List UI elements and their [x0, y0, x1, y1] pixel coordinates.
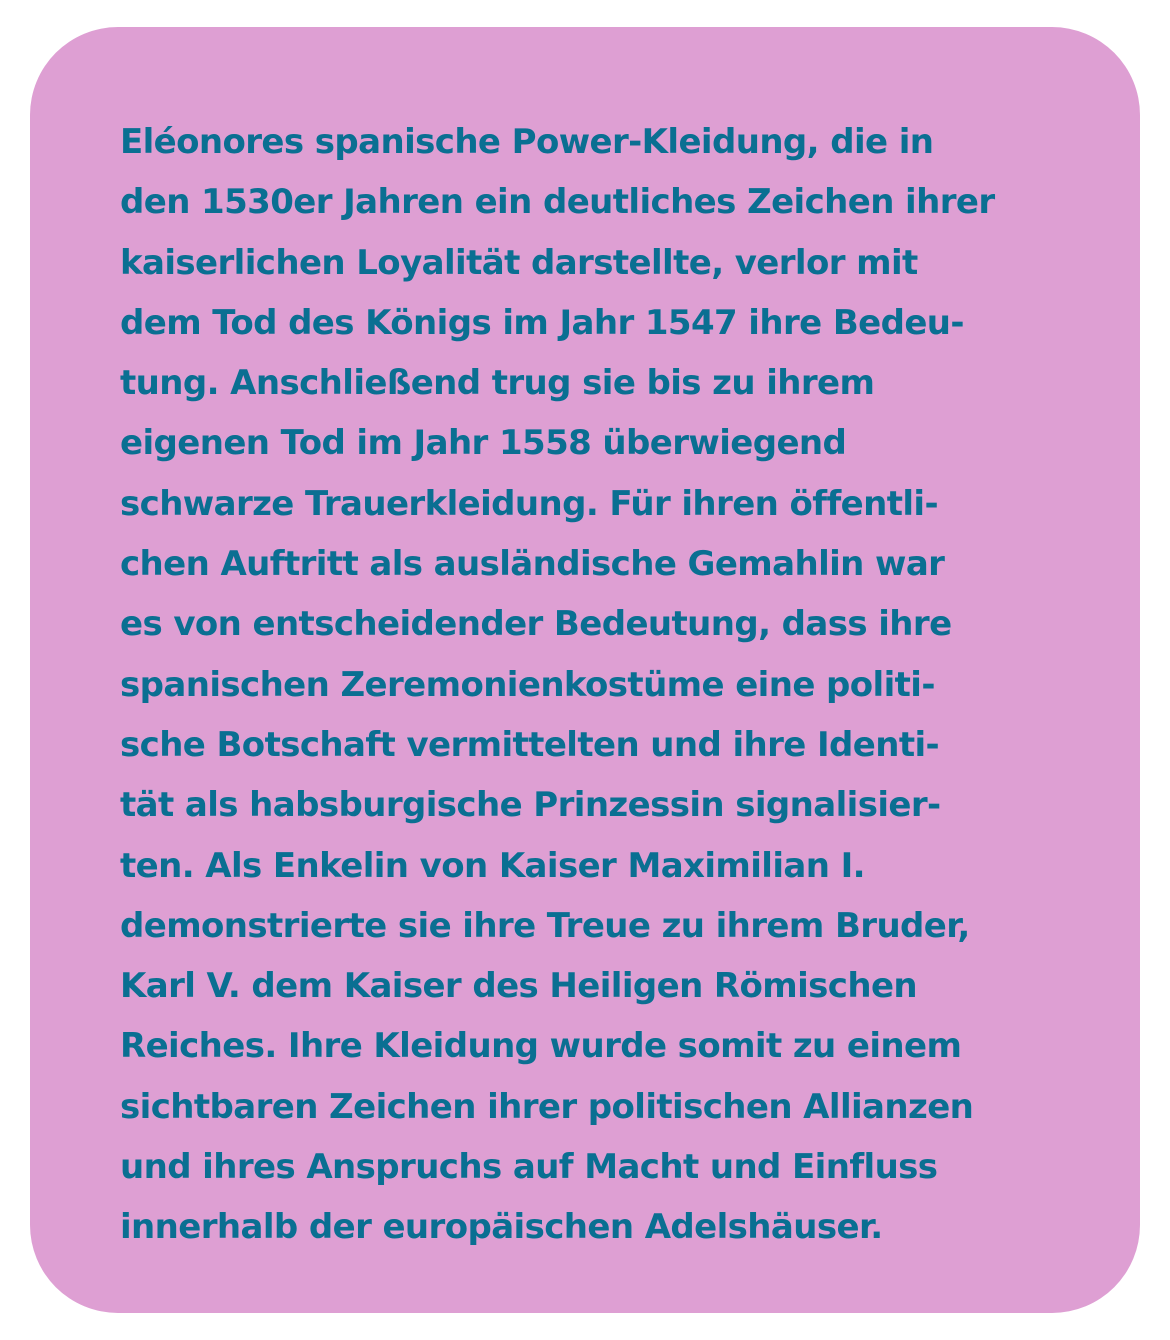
- text-line: ten. Als Enkelin von Kaiser Maximilian I…: [120, 845, 866, 886]
- text-line: tung. Anschließend trug sie bis zu ihrem: [120, 363, 875, 404]
- text-line: es von entscheidender Bedeutung, dass ih…: [120, 604, 952, 645]
- text-line: sche Botschaft vermittelten und ihre Ide…: [120, 724, 940, 765]
- text-line: Karl V. dem Kaiser des Heiligen Römische…: [120, 966, 918, 1007]
- text-line: innerhalb der europäischen Adelshäuser.: [120, 1207, 883, 1248]
- text-line: und ihres Anspruchs auf Macht und Einflu…: [120, 1147, 938, 1188]
- text-line: Reiches. Ihre Kleidung wurde somit zu ei…: [120, 1026, 962, 1067]
- text-line: schwarze Trauerkleidung. Für ihren öffen…: [120, 483, 939, 524]
- text-line: tät als habsburgische Prinzessin signali…: [120, 785, 941, 826]
- paragraph: Eléonores spanische Power-Kleidung, die …: [120, 112, 1100, 1258]
- text-line: den 1530er Jahren ein deutliches Zeichen…: [120, 182, 995, 223]
- text-line: chen Auftritt als ausländische Gemahlin …: [120, 544, 945, 585]
- text-line: spanischen Zeremonienkostüme eine politi…: [120, 664, 935, 705]
- text-card: Eléonores spanische Power-Kleidung, die …: [30, 27, 1140, 1313]
- text-line: eigenen Tod im Jahr 1558 überwiegend: [120, 423, 847, 464]
- text-line: demonstrierte sie ihre Treue zu ihrem Br…: [120, 905, 970, 946]
- text-line: kaiserlichen Loyalität darstellte, verlo…: [120, 242, 918, 283]
- text-line: dem Tod des Königs im Jahr 1547 ihre Bed…: [120, 302, 965, 343]
- text-line: Eléonores spanische Power-Kleidung, die …: [120, 122, 934, 162]
- text-line: sichtbaren Zeichen ihrer politischen All…: [120, 1086, 974, 1127]
